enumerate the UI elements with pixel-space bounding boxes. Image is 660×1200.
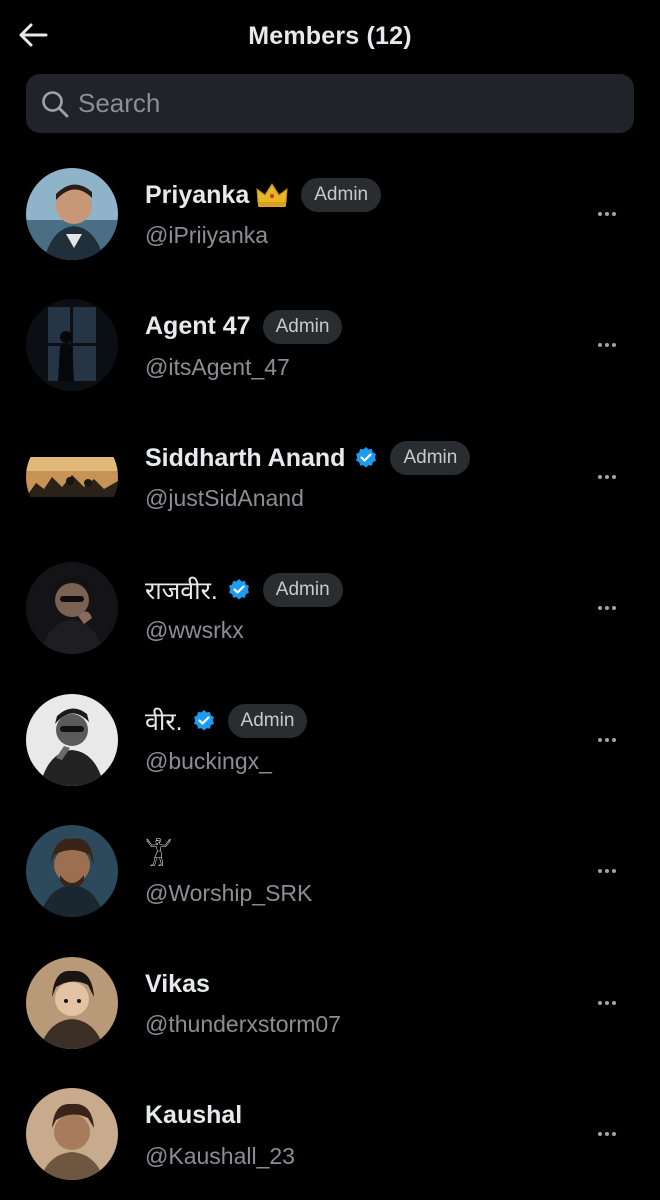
more-icon [598, 606, 616, 610]
more-icon [598, 475, 616, 479]
more-icon [598, 738, 616, 742]
more-options-button[interactable] [592, 335, 622, 355]
member-info: राजवीर. Admin @wwsrkx [145, 573, 343, 644]
more-icon [598, 343, 616, 347]
more-icon [598, 1132, 616, 1136]
admin-badge: Admin [390, 441, 470, 475]
avatar[interactable] [26, 562, 118, 654]
avatar[interactable] [26, 168, 118, 260]
member-row[interactable]: Agent 47 Admin @itsAgent_47 [0, 280, 660, 412]
member-handle: @thunderxstorm07 [145, 1011, 341, 1038]
arrow-left-icon [18, 22, 48, 48]
member-handle: @iPriiyanka [145, 222, 381, 249]
member-name: 𓀠 [145, 830, 172, 876]
verified-badge-icon [227, 578, 251, 602]
member-handle: @Worship_SRK [145, 880, 312, 907]
member-name: Kaushal [145, 1101, 242, 1130]
avatar[interactable] [26, 1088, 118, 1180]
more-icon [598, 1001, 616, 1005]
more-options-button[interactable] [592, 204, 622, 224]
admin-badge: Admin [228, 704, 308, 738]
member-name: राजवीर. [145, 573, 218, 607]
member-name: Agent 47 [145, 312, 251, 341]
member-name: वीर. [145, 704, 183, 738]
member-row[interactable]: Siddharth Anand Admin @justSidAnand [0, 411, 660, 543]
member-handle: @justSidAnand [145, 485, 470, 512]
avatar[interactable] [26, 299, 118, 391]
member-info: Kaushal @Kaushall_23 [145, 1099, 295, 1170]
more-icon [598, 212, 616, 216]
top-bar: Members (12) [0, 0, 660, 72]
verified-badge-icon [354, 446, 378, 470]
admin-badge: Admin [263, 573, 343, 607]
avatar[interactable] [26, 825, 118, 917]
member-info: वीर. Admin @buckingx_ [145, 704, 307, 775]
more-options-button[interactable] [592, 1124, 622, 1144]
admin-badge: Admin [263, 310, 343, 344]
verified-badge-icon [192, 709, 216, 733]
member-list: Priyanka Admin @iPriiyanka [0, 148, 660, 1200]
avatar[interactable] [26, 431, 118, 523]
member-row[interactable]: राजवीर. Admin @wwsrkx [0, 543, 660, 675]
member-info: 𓀠 @Worship_SRK [145, 836, 312, 907]
member-handle: @wwsrkx [145, 617, 343, 644]
search-input[interactable] [78, 88, 598, 119]
more-icon [598, 869, 616, 873]
member-row[interactable]: Kaushal @Kaushall_23 [0, 1069, 660, 1200]
back-button[interactable] [16, 18, 50, 52]
member-handle: @Kaushall_23 [145, 1143, 295, 1170]
member-name: Vikas [145, 970, 210, 999]
more-options-button[interactable] [592, 598, 622, 618]
member-handle: @itsAgent_47 [145, 354, 342, 381]
member-name: Siddharth Anand [145, 444, 345, 473]
more-options-button[interactable] [592, 861, 622, 881]
crown-icon [255, 181, 289, 209]
more-options-button[interactable] [592, 467, 622, 487]
member-row[interactable]: Priyanka Admin @iPriiyanka [0, 148, 660, 280]
search-icon [40, 89, 70, 119]
avatar[interactable] [26, 694, 118, 786]
admin-badge: Admin [301, 178, 381, 212]
more-options-button[interactable] [592, 993, 622, 1013]
member-row[interactable]: Vikas @thunderxstorm07 [0, 937, 660, 1069]
search-bar[interactable] [26, 74, 634, 133]
member-row[interactable]: 𓀠 @Worship_SRK [0, 806, 660, 938]
avatar[interactable] [26, 957, 118, 1049]
more-options-button[interactable] [592, 730, 622, 750]
member-name: Priyanka [145, 181, 249, 210]
member-handle: @buckingx_ [145, 748, 307, 775]
member-row[interactable]: वीर. Admin @buckingx_ [0, 674, 660, 806]
page-title: Members (12) [248, 22, 412, 51]
member-info: Vikas @thunderxstorm07 [145, 967, 341, 1038]
member-info: Agent 47 Admin @itsAgent_47 [145, 310, 342, 381]
member-info: Siddharth Anand Admin @justSidAnand [145, 441, 470, 512]
member-info: Priyanka Admin @iPriiyanka [145, 178, 381, 249]
